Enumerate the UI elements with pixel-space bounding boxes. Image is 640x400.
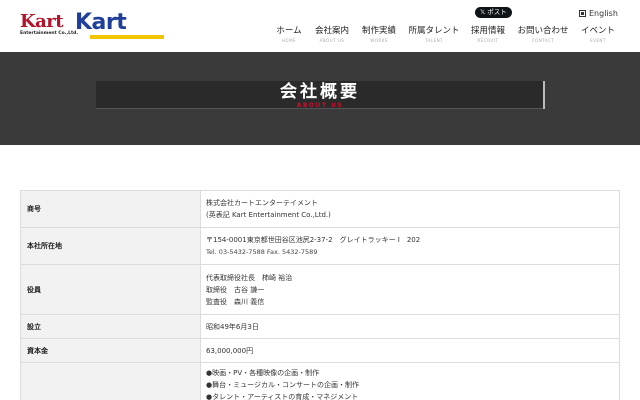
row-value: 代表取締役社長 柿崎 裕治 取締役 古谷 謙一 監査役 森川 義信 (200, 264, 620, 315)
row-value-line: 取締役 古谷 謙一 (206, 285, 265, 294)
row-value-line: 〒154-0001東京都世田谷区池尻2-37-2 グレイトラッキー I 202 (206, 236, 421, 244)
nav-item-label: 所属タレント (408, 26, 460, 36)
row-value: 63,000,000円 (200, 338, 620, 363)
row-value-line: (英表記 Kart Entertainment Co.,Ltd.) (206, 211, 331, 219)
nav-item-label: イベント (580, 26, 615, 36)
row-value-line: 昭和49年6月3日 (206, 322, 259, 331)
nav-item-sublabel: ABOUT US (319, 38, 345, 43)
company-info-table: 商号 株式会社カートエンターテイメント (英表記 Kart Entertainm… (20, 190, 620, 400)
nav-item-recruit[interactable]: 採用情報 RECRUIT (469, 26, 507, 45)
row-label: 資本金 (20, 338, 201, 363)
nav-item-label: 制作実績 (361, 26, 396, 36)
row-value-line: 63,000,000円 (206, 346, 254, 355)
row-value: 〒154-0001東京都世田谷区池尻2-37-2 グレイトラッキー I 202 … (200, 227, 620, 265)
nav-item-sublabel: CONTACT (531, 38, 555, 43)
nav-item-label: ホーム (276, 26, 302, 36)
row-value-line: Tel. 03-5432-7588 Fax. 5432-7589 (206, 248, 318, 256)
nav-item-label: 採用情報 (470, 26, 505, 36)
table-row: 設立 昭和49年6月3日 (20, 314, 620, 339)
nav-item-sublabel: HOME (281, 38, 297, 43)
row-value-line: 代表取締役社長 柿崎 裕治 (206, 273, 293, 282)
row-label: 設立 (20, 314, 201, 339)
nav-item-label: お問い合わせ (517, 26, 569, 36)
nav-item-label: 会社案内 (314, 26, 349, 36)
table-row: ●映画・PV・各種映像の企画・制作 ●舞台・ミュージカル・コンサートの企画・制作… (20, 362, 620, 400)
page-subtitle: ABOUT US (296, 102, 344, 109)
main-nav: ホーム HOME 会社案内 ABOUT US 制作実績 WORKS 所属タレント… (0, 26, 640, 48)
nav-item-about[interactable]: 会社案内 ABOUT US (313, 26, 351, 45)
row-value: 昭和49年6月3日 (200, 314, 620, 339)
table-row: 商号 株式会社カートエンターテイメント (英表記 Kart Entertainm… (20, 190, 620, 228)
english-link-label: English (589, 9, 618, 18)
nav-item-sublabel: WORKS (370, 38, 388, 43)
nav-item-sublabel: TALENT (424, 38, 444, 43)
row-label: 役員 (20, 264, 201, 315)
nav-item-works[interactable]: 制作実績 WORKS (360, 26, 398, 45)
table-row: 本社所在地 〒154-0001東京都世田谷区池尻2-37-2 グレイトラッキー … (20, 227, 620, 265)
row-label: 商号 (20, 190, 201, 228)
row-value-line: ●映画・PV・各種映像の企画・制作 (206, 368, 320, 377)
row-label: 本社所在地 (20, 227, 201, 265)
page-title: 会社概要 (280, 82, 360, 102)
row-value-line: ●タレント・アーティストの育成・マネジメント (206, 392, 359, 400)
nav-item-home[interactable]: ホーム HOME (274, 26, 304, 45)
nav-item-contact[interactable]: お問い合わせ CONTACT (515, 26, 571, 45)
site-header: Kart Entertainment Co.,Ltd. Kart 𝕏 ポスト E… (0, 0, 640, 52)
row-value: ●映画・PV・各種映像の企画・制作 ●舞台・ミュージカル・コンサートの企画・制作… (200, 362, 620, 400)
english-link[interactable]: English (579, 9, 618, 19)
nav-item-talent[interactable]: 所属タレント TALENT (406, 26, 462, 45)
row-value-line: 監査役 森川 義信 (206, 297, 265, 306)
row-label (20, 362, 201, 400)
x-post-button[interactable]: 𝕏 ポスト (475, 7, 512, 18)
row-value: 株式会社カートエンターテイメント (英表記 Kart Entertainment… (200, 190, 620, 228)
table-row: 資本金 63,000,000円 (20, 338, 620, 363)
nav-item-sublabel: RECRUIT (477, 38, 499, 43)
page-hero: 会社概要 ABOUT US (0, 52, 640, 145)
english-link-icon (579, 10, 586, 17)
table-row: 役員 代表取締役社長 柿崎 裕治 取締役 古谷 謙一 監査役 森川 義信 (20, 264, 620, 315)
row-value-line: 株式会社カートエンターテイメント (206, 199, 318, 207)
nav-item-sublabel: EVENT (590, 38, 606, 43)
nav-item-event[interactable]: イベント EVENT (579, 26, 617, 45)
row-value-line: ●舞台・ミュージカル・コンサートの企画・制作 (206, 380, 359, 389)
